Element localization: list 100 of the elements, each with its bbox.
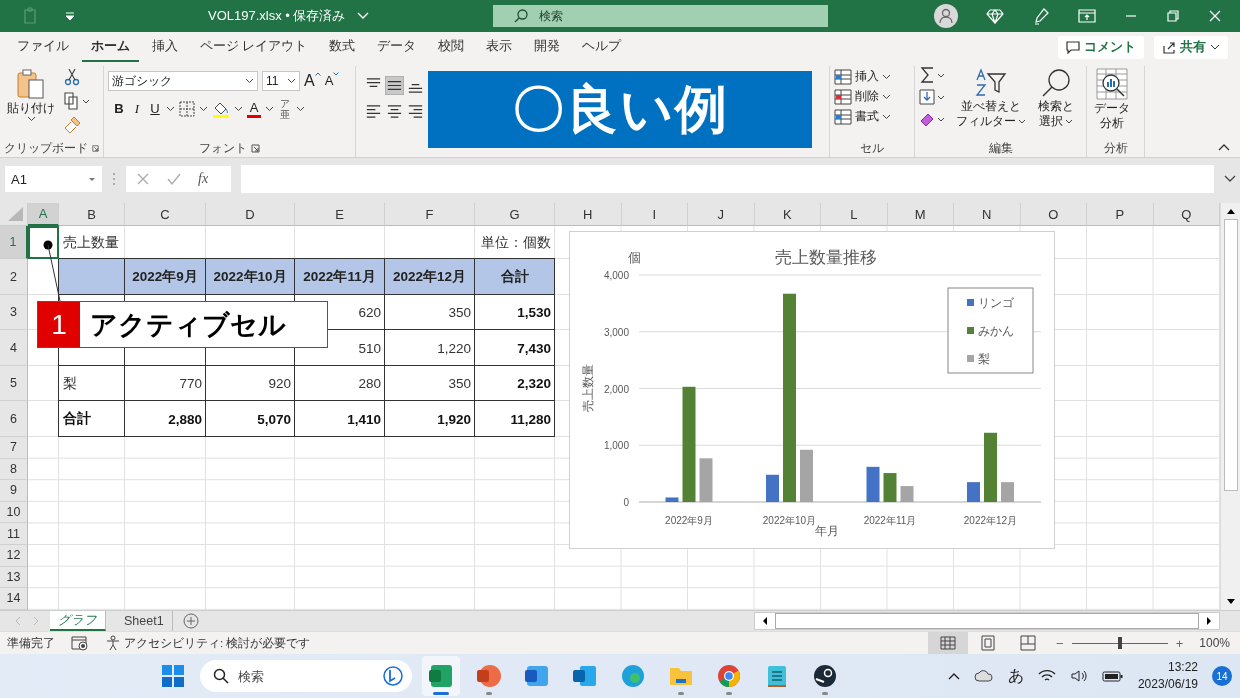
bar[interactable] <box>665 497 679 502</box>
input-method-indicator[interactable]: あ <box>1007 665 1024 687</box>
menu-tab[interactable]: ページ レイアウト <box>191 34 317 63</box>
clock-date[interactable]: 2023/06/19 <box>1137 676 1198 693</box>
phonetic-guide-button[interactable]: ア 亜 <box>278 98 292 120</box>
row-header[interactable]: 8 <box>0 458 28 481</box>
find-select-button[interactable]: 検索と 選択 <box>1035 66 1077 131</box>
fill-down-icon[interactable] <box>919 88 947 106</box>
formula-input[interactable] <box>241 165 1214 193</box>
font-name-field[interactable]: 游ゴシック <box>108 71 258 91</box>
comment-button[interactable]: コメント <box>1058 35 1144 59</box>
column-header[interactable]: H <box>555 203 622 226</box>
check-icon[interactable] <box>166 172 182 186</box>
align-right-icon[interactable] <box>406 102 425 121</box>
font-size-field[interactable]: 11 <box>262 71 300 91</box>
column-header[interactable]: I <box>621 203 688 226</box>
caret-icon[interactable] <box>199 106 208 112</box>
accessibility-status[interactable]: アクセシビリティ: 検討が必要です <box>124 635 311 651</box>
caret-icon[interactable] <box>234 106 243 112</box>
column-header[interactable]: D <box>206 203 295 226</box>
shrink-font-button[interactable]: A <box>324 72 340 90</box>
borders-icon[interactable] <box>179 101 195 117</box>
row-header[interactable]: 10 <box>0 501 28 524</box>
column-header[interactable]: L <box>821 203 888 226</box>
fill-color-icon[interactable] <box>212 100 230 118</box>
format-painter-icon[interactable] <box>64 116 82 134</box>
menu-tab[interactable]: 数式 <box>320 34 365 63</box>
caret-icon[interactable] <box>265 106 274 112</box>
caret-icon[interactable] <box>296 106 305 112</box>
chat-bubble-icon[interactable] <box>382 665 405 687</box>
scroll-down-icon[interactable] <box>1225 598 1236 606</box>
share-button[interactable]: 共有 <box>1154 35 1228 59</box>
menu-tab[interactable]: 挿入 <box>143 34 187 63</box>
menu-tab[interactable]: 表示 <box>477 34 522 63</box>
expand-icon[interactable] <box>1224 175 1236 183</box>
underline-button[interactable]: U <box>148 100 162 118</box>
start-icon[interactable] <box>162 665 185 687</box>
sheet-tab[interactable]: グラフ <box>50 611 106 631</box>
row-header[interactable]: 1 <box>0 226 28 259</box>
vertical-scrollbar[interactable] <box>1220 203 1240 610</box>
menu-tab[interactable]: ファイル <box>8 34 78 63</box>
row-header[interactable]: 14 <box>0 588 28 610</box>
scroll-left-icon[interactable] <box>761 616 769 626</box>
row-header[interactable]: 13 <box>0 566 28 589</box>
column-header[interactable]: M <box>887 203 954 226</box>
row-header[interactable]: 6 <box>0 401 28 437</box>
cells-delete-button[interactable]: 削除 <box>834 88 891 105</box>
customize-icon[interactable] <box>64 11 76 21</box>
menu-tab[interactable]: ヘルプ <box>573 34 631 63</box>
chevron-up-icon[interactable] <box>947 672 960 680</box>
name-box[interactable]: A1 <box>5 166 102 192</box>
scroll-up-icon[interactable] <box>1225 207 1236 215</box>
column-header[interactable]: A <box>28 203 59 226</box>
bar[interactable] <box>866 466 880 502</box>
font-color-button[interactable]: A <box>247 100 261 118</box>
zoom-in-button[interactable]: + <box>1175 635 1184 651</box>
view-normal-icon[interactable] <box>928 632 969 654</box>
row-header[interactable]: 2 <box>0 259 28 295</box>
column-header[interactable]: F <box>385 203 475 226</box>
column-header[interactable]: G <box>475 203 555 226</box>
taskbar-search-field[interactable]: 検索 <box>200 660 413 692</box>
zoom-thumb[interactable] <box>1117 637 1122 649</box>
paste-button[interactable]: 貼り付け <box>4 66 58 125</box>
notification-badge[interactable]: 14 <box>1212 666 1232 686</box>
row-header[interactable]: 9 <box>0 480 28 502</box>
zoom-out-button[interactable]: − <box>1056 635 1064 651</box>
chart-area[interactable]: 個 売上数量推移 0 1,000 2,000 3,000 4,000 売上数量 2022年9月 2022年10月 2022年11月 2022年12月 年月 リンゴ みかん 梨 <box>569 231 1055 549</box>
align-center-icon[interactable] <box>385 102 404 121</box>
avatar-icon[interactable] <box>934 4 958 28</box>
battery-icon[interactable] <box>1101 669 1124 683</box>
row-header[interactable]: 3 <box>0 295 28 330</box>
bar[interactable] <box>766 474 779 502</box>
italic-button[interactable]: I <box>130 100 144 118</box>
ribbon-display-icon[interactable] <box>1078 9 1096 23</box>
align-left-icon[interactable] <box>364 102 383 121</box>
row-header[interactable]: 11 <box>0 523 28 545</box>
collapse-ribbon-icon[interactable] <box>1218 143 1230 151</box>
diamond-icon[interactable] <box>986 8 1004 24</box>
cells-format-button[interactable]: 書式 <box>834 108 891 125</box>
pen-icon[interactable] <box>1032 7 1050 25</box>
column-header[interactable]: P <box>1087 203 1154 226</box>
chevron-icon[interactable] <box>357 12 370 20</box>
cloud-icon[interactable] <box>973 669 994 683</box>
menu-tab[interactable]: データ <box>368 34 426 63</box>
align-middle-icon[interactable] <box>385 76 404 95</box>
scrollbar-thumb[interactable] <box>1223 219 1238 491</box>
column-header[interactable]: J <box>688 203 755 226</box>
bold-button[interactable]: B <box>112 100 126 118</box>
search-field[interactable]: 検索 <box>493 5 829 27</box>
speaker-icon[interactable] <box>1069 669 1088 683</box>
column-header[interactable]: O <box>1020 203 1087 226</box>
cells-insert-button[interactable]: 挿入 <box>834 68 891 85</box>
add-sheet-icon[interactable] <box>182 613 199 629</box>
menu-tab[interactable]: 校閲 <box>429 34 474 63</box>
column-header[interactable]: N <box>954 203 1021 226</box>
column-header[interactable]: E <box>295 203 385 226</box>
grow-font-button[interactable]: A <box>304 72 321 90</box>
wifi-icon[interactable] <box>1037 669 1056 683</box>
restore-icon[interactable] <box>1166 9 1180 23</box>
horizontal-scrollbar[interactable] <box>754 612 1220 630</box>
